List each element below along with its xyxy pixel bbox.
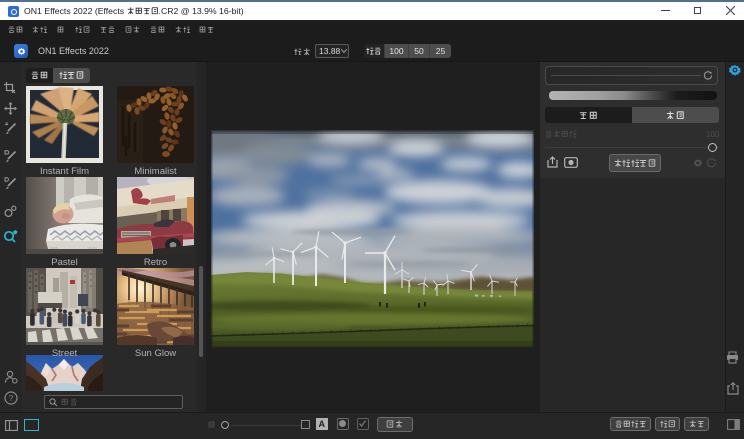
svg-text:?: ? xyxy=(9,394,14,403)
